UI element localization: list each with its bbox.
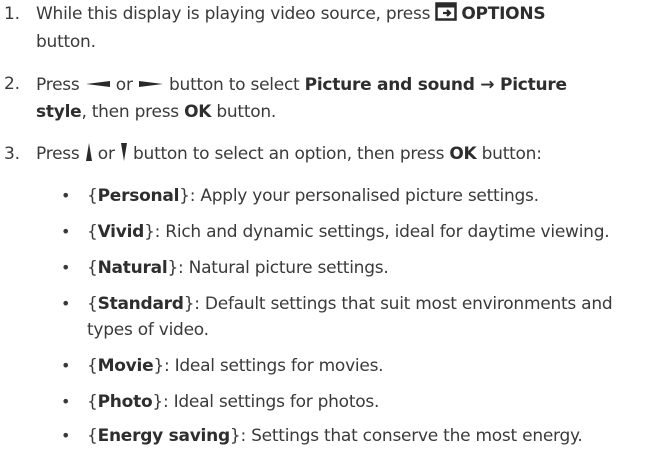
brace-close: } bbox=[183, 294, 195, 314]
down-arrow-icon bbox=[120, 142, 128, 171]
option-description: : Settings that conserve the most energy… bbox=[240, 426, 583, 446]
step-1-text: While this display is playing video sour… bbox=[36, 4, 436, 24]
step-2-or: or bbox=[110, 75, 138, 95]
bullet-icon: • bbox=[61, 222, 71, 241]
step-3-or: or bbox=[92, 144, 120, 164]
brace-open: { bbox=[87, 392, 98, 412]
bullet-icon: • bbox=[61, 294, 71, 313]
step-text: While this display is playing video sour… bbox=[36, 0, 656, 30]
options-icon bbox=[435, 2, 458, 30]
bullet-icon: • bbox=[61, 392, 71, 411]
step-2-then: , then press bbox=[81, 102, 185, 122]
option-name: Natural bbox=[97, 258, 168, 278]
left-arrow-icon bbox=[85, 70, 111, 98]
option-text: {Personal}: Apply your personalised pict… bbox=[87, 182, 657, 210]
brace-close: } bbox=[179, 186, 190, 206]
brace-close: } bbox=[144, 222, 155, 242]
step-text-line-2: button. bbox=[36, 28, 656, 56]
step-1-text-end: button. bbox=[36, 32, 96, 52]
brace-open: { bbox=[87, 356, 98, 376]
option-description: : Ideal settings for photos. bbox=[162, 392, 380, 412]
menu-path-picture-and-sound: Picture and sound bbox=[304, 75, 475, 95]
step-2-mid: button to select bbox=[163, 75, 305, 95]
step-3-press: Press bbox=[36, 144, 85, 164]
brace-open: { bbox=[87, 258, 98, 278]
option-text: {Vivid}: Rich and dynamic settings, idea… bbox=[87, 218, 657, 246]
step-text: Press or button to select Picture and so… bbox=[36, 70, 656, 99]
brace-open: { bbox=[87, 426, 98, 446]
ok-label: OK bbox=[449, 144, 477, 164]
option-description: : Apply your personalised picture settin… bbox=[189, 186, 539, 206]
brace-open: { bbox=[87, 294, 98, 314]
option-description-line-2: types of video. bbox=[87, 320, 209, 340]
menu-path-style: style bbox=[36, 102, 82, 122]
option-text: {Natural}: Natural picture settings. bbox=[87, 254, 657, 282]
option-name: Personal bbox=[97, 186, 180, 206]
option-text: {Photo}: Ideal settings for photos. bbox=[87, 388, 657, 416]
bullet-icon: • bbox=[61, 356, 71, 375]
brace-open: { bbox=[87, 186, 98, 206]
step-3-end: button: bbox=[476, 144, 542, 164]
option-name: Movie bbox=[97, 356, 154, 376]
step-2-press: Press bbox=[36, 75, 85, 95]
option-description: : Ideal settings for movies. bbox=[163, 356, 384, 376]
step-2-end: button. bbox=[211, 102, 277, 122]
option-description: : Rich and dynamic settings, ideal for d… bbox=[154, 222, 610, 242]
brace-close: } bbox=[153, 356, 164, 376]
up-arrow-icon bbox=[85, 142, 93, 171]
step-3-mid: button to select an option, then press bbox=[127, 144, 450, 164]
brace-close: } bbox=[167, 258, 179, 278]
menu-path-arrow: → bbox=[474, 75, 500, 95]
bullet-icon: • bbox=[61, 426, 71, 445]
brace-open: { bbox=[87, 222, 98, 242]
option-text: {Standard}: Default settings that suit m… bbox=[87, 290, 657, 318]
step-number: 3. bbox=[4, 144, 20, 164]
manual-page: 1. While this display is playing video s… bbox=[0, 0, 662, 452]
ok-label: OK bbox=[184, 102, 212, 122]
step-text-line-2: style, then press OK button. bbox=[36, 98, 656, 126]
option-text: {Energy saving}: Settings that conserve … bbox=[87, 422, 657, 450]
brace-close: } bbox=[152, 392, 163, 412]
option-description: : Natural picture settings. bbox=[178, 258, 389, 278]
option-name: Vivid bbox=[97, 222, 145, 242]
option-name: Photo bbox=[97, 392, 153, 412]
right-arrow-icon bbox=[138, 70, 164, 98]
option-description: : Default settings that suit most enviro… bbox=[194, 294, 613, 314]
step-number: 1. bbox=[4, 4, 20, 24]
step-number: 2. bbox=[4, 74, 20, 94]
option-name: Standard bbox=[97, 294, 184, 314]
option-text: {Movie}: Ideal settings for movies. bbox=[87, 352, 657, 380]
options-label: OPTIONS bbox=[461, 4, 546, 24]
bullet-icon: • bbox=[61, 258, 71, 277]
menu-path-picture: Picture bbox=[499, 75, 567, 95]
step-text: Press or button to select an option, the… bbox=[36, 140, 656, 171]
option-name: Energy saving bbox=[97, 426, 231, 446]
bullet-icon: • bbox=[61, 186, 71, 205]
brace-close: } bbox=[229, 426, 241, 446]
